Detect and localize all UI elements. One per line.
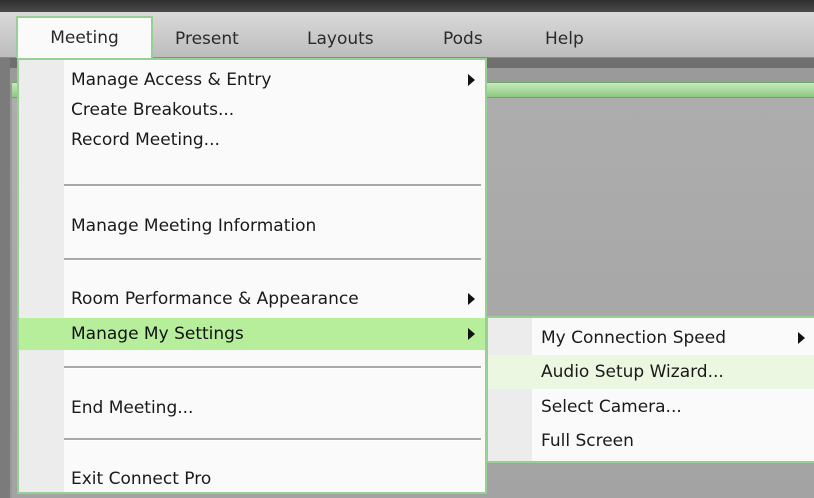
menu-item-manage-access-entry[interactable]: Manage Access & Entry bbox=[19, 65, 485, 95]
menu-item-label: Manage Access & Entry bbox=[71, 70, 272, 90]
left-edge bbox=[0, 58, 10, 498]
menu-bar: Meeting Present Layouts Pods Help bbox=[0, 12, 814, 62]
menu-meeting[interactable]: Meeting bbox=[16, 16, 153, 62]
submenu-item-my-connection-speed[interactable]: My Connection Speed bbox=[488, 321, 814, 355]
menu-present[interactable]: Present bbox=[175, 22, 239, 58]
menu-item-label: Manage Meeting Information bbox=[71, 216, 317, 236]
submenu-item-select-camera[interactable]: Select Camera... bbox=[488, 390, 814, 424]
submenu-item-label: Select Camera... bbox=[541, 397, 682, 417]
menu-item-label: Manage My Settings bbox=[71, 324, 244, 344]
submenu-item-label: My Connection Speed bbox=[541, 328, 727, 348]
menu-separator bbox=[64, 366, 481, 369]
submenu-arrow-icon bbox=[798, 332, 805, 344]
submenu-item-audio-setup-wizard[interactable]: Audio Setup Wizard... bbox=[488, 355, 814, 389]
menu-help[interactable]: Help bbox=[545, 22, 584, 58]
menu-item-label: End Meeting... bbox=[71, 398, 194, 418]
window-top-strip bbox=[0, 0, 814, 12]
menu-item-room-performance-appearance[interactable]: Room Performance & Appearance bbox=[19, 284, 485, 314]
manage-my-settings-submenu: My Connection Speed Audio Setup Wizard..… bbox=[486, 316, 814, 463]
submenu-arrow-icon bbox=[468, 328, 475, 340]
menu-item-label: Record Meeting... bbox=[71, 130, 220, 150]
menu-item-end-meeting[interactable]: End Meeting... bbox=[19, 393, 485, 423]
submenu-arrow-icon bbox=[468, 293, 475, 305]
menu-item-manage-meeting-information[interactable]: Manage Meeting Information bbox=[19, 211, 485, 241]
menu-pods[interactable]: Pods bbox=[443, 22, 483, 58]
submenu-item-label: Audio Setup Wizard... bbox=[541, 362, 724, 382]
submenu-item-label: Full Screen bbox=[541, 431, 634, 451]
menu-item-exit-connect-pro[interactable]: Exit Connect Pro bbox=[19, 464, 485, 494]
menu-item-label: Exit Connect Pro bbox=[71, 469, 212, 489]
submenu-arrow-icon bbox=[468, 74, 475, 86]
menu-separator bbox=[64, 438, 481, 441]
submenu-item-full-screen[interactable]: Full Screen bbox=[488, 424, 814, 458]
menu-item-label: Room Performance & Appearance bbox=[71, 289, 359, 309]
menu-separator bbox=[64, 258, 481, 261]
menu-item-record-meeting[interactable]: Record Meeting... bbox=[19, 125, 485, 155]
menu-separator bbox=[64, 184, 481, 187]
menu-item-label: Create Breakouts... bbox=[71, 100, 235, 120]
menu-item-manage-my-settings[interactable]: Manage My Settings bbox=[19, 318, 485, 350]
menu-layouts[interactable]: Layouts bbox=[307, 22, 374, 58]
meeting-dropdown-menu: Manage Access & Entry Create Breakouts..… bbox=[17, 58, 487, 494]
menu-item-create-breakouts[interactable]: Create Breakouts... bbox=[19, 95, 485, 125]
